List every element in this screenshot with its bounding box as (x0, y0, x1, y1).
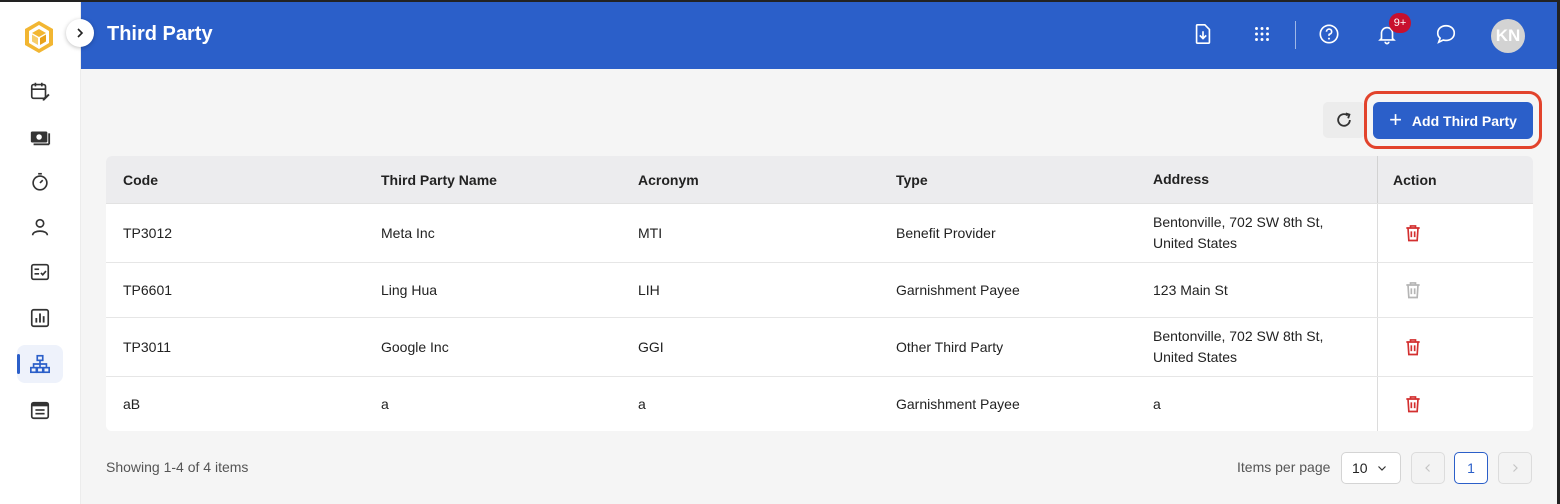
table-row[interactable]: TP3012 Meta Inc MTI Benefit Provider Ben… (106, 204, 1533, 263)
chevron-right-icon (1513, 464, 1518, 472)
cell-action (1377, 204, 1533, 262)
cell-action (1377, 377, 1533, 431)
notifications-button[interactable]: 9+ (1372, 13, 1411, 49)
checklist-icon (30, 263, 50, 281)
items-per-page-select[interactable]: 10 (1341, 452, 1401, 484)
chevron-right-icon (77, 28, 84, 38)
bar-chart-icon (30, 308, 50, 328)
apps-grid-button[interactable] (1247, 19, 1277, 49)
table-row[interactable]: TP6601 Ling Hua LIH Garnishment Payee 12… (106, 263, 1533, 318)
user-avatar[interactable]: KN (1491, 19, 1525, 53)
prev-page-button[interactable] (1411, 452, 1445, 484)
items-per-page-label: Items per page (1237, 459, 1331, 475)
grid-dots-icon (1255, 27, 1269, 41)
sidebar-item-schedule[interactable] (17, 391, 63, 429)
cell-acronym: a (638, 396, 646, 412)
next-page-button[interactable] (1498, 452, 1532, 484)
timer-icon (32, 172, 48, 191)
chat-bubble-icon (1436, 24, 1456, 44)
column-header-action: Action (1377, 156, 1533, 203)
plus-icon: + (1389, 106, 1402, 132)
cell-type: Garnishment Payee (896, 282, 1020, 298)
help-icon (1319, 24, 1339, 44)
add-third-party-button[interactable]: + Add Third Party (1373, 102, 1533, 139)
sidebar-item-reports[interactable] (17, 299, 63, 337)
delete-icon[interactable] (1403, 394, 1423, 414)
items-per-page-value: 10 (1352, 460, 1368, 476)
refresh-icon (1337, 112, 1351, 127)
third-party-table: Code Third Party Name Acronym Type Addre… (106, 156, 1533, 431)
column-header-acronym[interactable]: Acronym (621, 172, 879, 188)
chevron-down-icon (1377, 466, 1386, 471)
delete-icon[interactable] (1403, 337, 1423, 357)
sidebar-expand-button[interactable] (66, 19, 94, 47)
cell-name: Meta Inc (381, 225, 435, 241)
cell-acronym: MTI (638, 225, 663, 241)
window-top-border (0, 0, 1560, 2)
table-header-row: Code Third Party Name Acronym Type Addre… (106, 156, 1533, 204)
table-row[interactable]: aB a a Garnishment Payee a (106, 377, 1533, 431)
schedule-icon (30, 401, 50, 420)
column-header-address[interactable]: Address (1136, 169, 1377, 190)
refresh-button[interactable] (1323, 102, 1365, 138)
page-1-button[interactable]: 1 (1454, 452, 1488, 484)
cell-address: 123 Main St (1153, 281, 1228, 298)
add-third-party-label: Add Third Party (1411, 112, 1517, 129)
org-chart-icon (30, 354, 50, 374)
notification-badge: 9+ (1389, 13, 1411, 33)
cell-acronym: GGI (638, 339, 664, 355)
person-icon (31, 218, 49, 236)
download-button[interactable] (1188, 19, 1218, 49)
column-header-code[interactable]: Code (106, 172, 364, 188)
file-download-icon (1195, 24, 1211, 44)
sidebar-item-calendar-edit[interactable] (17, 72, 63, 110)
top-header: Third Party 9+ KN (81, 2, 1557, 69)
cell-code: TP3012 (123, 225, 173, 241)
cell-acronym: LIH (638, 282, 660, 298)
page-title: Third Party (107, 23, 213, 45)
cell-address: Bentonville, 702 SW 8th St, United State… (1153, 214, 1324, 251)
sidebar-item-person[interactable] (17, 208, 63, 246)
cell-code: aB (123, 396, 141, 412)
table-row[interactable]: TP3011 Google Inc GGI Other Third Party … (106, 318, 1533, 377)
header-divider (1295, 21, 1296, 49)
sidebar-item-timer[interactable] (17, 163, 63, 201)
cell-address: Bentonville, 702 SW 8th St, United State… (1153, 328, 1324, 365)
pagination-summary: Showing 1-4 of 4 items (106, 459, 249, 475)
sidebar-item-org-structure[interactable] (17, 345, 63, 383)
cell-action (1377, 318, 1533, 376)
sidebar-item-checklist[interactable] (17, 253, 63, 291)
sidebar (0, 0, 81, 504)
cell-code: TP6601 (123, 282, 173, 298)
help-button[interactable] (1314, 19, 1344, 49)
cell-action (1377, 263, 1533, 317)
cell-address: a (1153, 395, 1161, 412)
chevron-left-icon (1425, 464, 1430, 472)
cell-type: Benefit Provider (896, 225, 996, 241)
delete-icon[interactable] (1403, 223, 1423, 243)
cash-icon (30, 131, 51, 146)
column-header-type[interactable]: Type (879, 172, 1136, 188)
cell-code: TP3011 (123, 339, 171, 355)
column-header-name[interactable]: Third Party Name (364, 172, 621, 188)
main-content: + Add Third Party Code Third Party Name … (81, 69, 1557, 504)
app-logo-icon[interactable] (24, 20, 54, 54)
sidebar-item-payroll[interactable] (17, 118, 63, 156)
cell-name: Google Inc (381, 339, 449, 355)
cell-name: Ling Hua (381, 282, 438, 298)
cell-type: Garnishment Payee (896, 396, 1020, 412)
calendar-edit-icon (30, 82, 50, 101)
chat-button[interactable] (1431, 19, 1461, 49)
cell-type: Other Third Party (896, 339, 1004, 355)
delete-icon-disabled (1406, 282, 1420, 299)
cell-name: a (381, 396, 389, 412)
